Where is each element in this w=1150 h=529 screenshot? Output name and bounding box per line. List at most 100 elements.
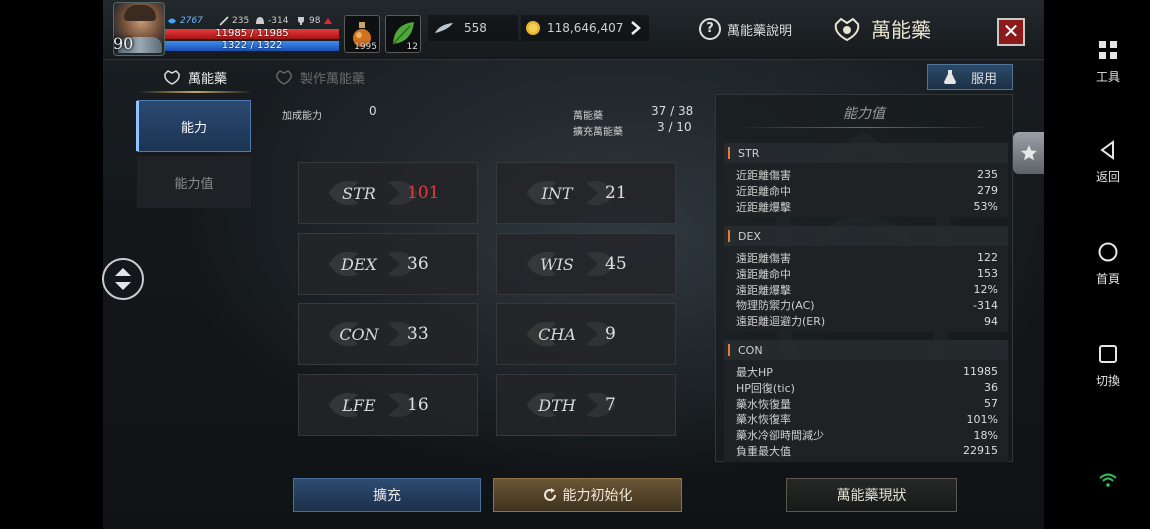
- group-header: DEX: [724, 226, 1008, 246]
- row-value: 18%: [973, 428, 998, 442]
- herb-count: 12: [406, 42, 418, 52]
- close-button[interactable]: ✕: [997, 18, 1025, 46]
- elixir-count-value: 37 / 38: [651, 104, 694, 118]
- nav-switch[interactable]: 切換: [1082, 344, 1134, 389]
- potion-count: 1995: [354, 42, 377, 52]
- stat-row: 遠距離爆擊 12%: [724, 282, 1008, 298]
- stat-name: INT: [541, 183, 573, 203]
- stat-name: STR: [342, 183, 376, 203]
- reset-ability-button[interactable]: 能力初始化: [493, 478, 682, 512]
- sidemenu-ability-value-label: 能力值: [174, 176, 214, 192]
- shield-stat: 2767: [167, 16, 203, 26]
- panel-divider: [736, 127, 992, 128]
- row-value: 36: [984, 381, 998, 395]
- nav-tools[interactable]: 工具: [1082, 40, 1134, 85]
- row-value: 22915: [963, 444, 998, 458]
- gold-coin-icon: [526, 21, 540, 35]
- row-label: 負重最大值: [736, 444, 791, 458]
- shield-value: 2767: [180, 16, 203, 26]
- nav-tools-label: 工具: [1095, 70, 1120, 84]
- row-value: 53%: [973, 199, 998, 213]
- craft-tab-icon: [276, 70, 292, 85]
- herb-quickslot[interactable]: 12: [385, 15, 421, 53]
- elixir-count-label: 萬能藥: [573, 111, 603, 122]
- stat-card-str[interactable]: STR 101: [298, 162, 478, 224]
- stat-row: 遠距離傷害 122: [724, 250, 1008, 266]
- elixir-help-button[interactable]: ? 萬能藥說明: [699, 18, 792, 40]
- favorites-tab[interactable]: [1013, 132, 1044, 174]
- sidemenu-ability[interactable]: 能力: [136, 100, 251, 152]
- group-con: CON 最大HP 11985 HP回復(tic) 36 藥水恢復量 57 藥水恢復率 1…: [724, 340, 1008, 462]
- wifi-icon: [1099, 473, 1117, 487]
- stat-row: 近距離傷害 235: [724, 167, 1008, 183]
- accent-bar: [728, 230, 730, 242]
- gold-amount: 118,646,407: [547, 21, 624, 35]
- portrait-hair: [124, 5, 156, 21]
- tab-elixir[interactable]: 萬能藥: [137, 64, 253, 93]
- chevron-right-icon[interactable]: [630, 21, 642, 35]
- row-label: 藥水冷卻時間減少: [736, 429, 824, 443]
- up-down-arrows-icon: [115, 268, 131, 290]
- stat-row: 物理防禦力(AC) -314: [724, 297, 1008, 313]
- group-name: DEX: [738, 229, 761, 243]
- expand-count-value: 3 / 10: [657, 120, 692, 134]
- group-rows: 近距離傷害 235 近距離命中 279 近距離爆擊 53%: [724, 163, 1008, 218]
- stat-value: 21: [605, 183, 627, 203]
- flask-icon: [943, 70, 956, 84]
- attack-stat: 235: [219, 16, 249, 26]
- ac-value: -314: [268, 16, 289, 26]
- stat-card-lfe[interactable]: LFE 16: [298, 374, 478, 436]
- nav-switch-label: 切換: [1095, 374, 1120, 388]
- sword-icon: [219, 16, 229, 26]
- nav-home[interactable]: 首頁: [1082, 242, 1134, 287]
- recent-apps-icon: [1099, 345, 1117, 363]
- shield-icon: [168, 18, 176, 24]
- stat-value: 7: [605, 395, 616, 415]
- group-dex: DEX 遠距離傷害 122 遠距離命中 153 遠距離爆擊 12% 物理防禦力(AC)…: [724, 226, 1008, 332]
- row-value: -314: [973, 298, 998, 312]
- row-label: 遠距離迴避力(ER): [736, 315, 826, 329]
- expand-button[interactable]: 擴充: [293, 478, 481, 512]
- mp-text: 1322 / 1322: [221, 40, 283, 51]
- use-button[interactable]: 服用: [927, 64, 1013, 90]
- elixir-status-button[interactable]: 萬能藥現狀: [786, 478, 957, 512]
- accent-bar: [728, 344, 730, 356]
- stat-card-cha[interactable]: CHA 9: [496, 303, 676, 365]
- feather-currency: 558: [428, 15, 518, 41]
- tab-elixir-label: 萬能藥: [188, 71, 228, 87]
- stat-card-dex[interactable]: DEX 36: [298, 233, 478, 295]
- row-value: 94: [984, 314, 998, 328]
- stat-card-int[interactable]: INT 21: [496, 162, 676, 224]
- ability-value-panel: 能力值 STR 近距離傷害 235 近距離命中 279 近距離爆擊 53% DEX 遠…: [715, 94, 1013, 462]
- elixir-crown-icon: [834, 17, 860, 41]
- row-value: 101%: [966, 412, 998, 426]
- row-label: 近距離爆擊: [736, 200, 791, 214]
- wing-ornament-icon: [526, 251, 616, 277]
- refresh-icon: [543, 488, 556, 501]
- row-label: 近距離命中: [736, 184, 791, 198]
- stat-row: 近距離命中 279: [724, 183, 1008, 199]
- top-hud: 90 2767 235 -314 98 11985 / 11985 1322 /…: [103, 0, 1044, 60]
- row-label: 遠距離爆擊: [736, 283, 791, 297]
- bonus-label: 加成能力: [282, 111, 322, 122]
- group-rows: 最大HP 11985 HP回復(tic) 36 藥水恢復量 57 藥水恢復率 101% …: [724, 360, 1008, 462]
- question-circle-icon: ?: [699, 18, 721, 40]
- tab-craft-elixir[interactable]: 製作萬能藥: [275, 64, 365, 90]
- scroll-toggle-button[interactable]: [102, 258, 144, 300]
- trophy-stat: 98: [296, 16, 333, 26]
- row-label: 藥水恢復量: [736, 397, 791, 411]
- stat-card-wis[interactable]: WIS 45: [496, 233, 676, 295]
- trophy-value: 98: [309, 16, 321, 26]
- home-circle-icon: [1098, 242, 1118, 262]
- attack-value: 235: [232, 16, 250, 26]
- mp-bar: 1322 / 1322: [165, 40, 339, 51]
- hp-bar: 11985 / 11985: [165, 28, 339, 39]
- stat-card-con[interactable]: CON 33: [298, 303, 478, 365]
- stat-card-dth[interactable]: DTH 7: [496, 374, 676, 436]
- group-str: STR 近距離傷害 235 近距離命中 279 近距離爆擊 53%: [724, 143, 1008, 218]
- wing-ornament-icon: [526, 392, 616, 418]
- nav-back[interactable]: 返回: [1082, 140, 1134, 185]
- row-value: 122: [977, 251, 998, 265]
- potion-quickslot[interactable]: 1995: [344, 15, 380, 53]
- sidemenu-ability-value[interactable]: 能力值: [137, 156, 251, 208]
